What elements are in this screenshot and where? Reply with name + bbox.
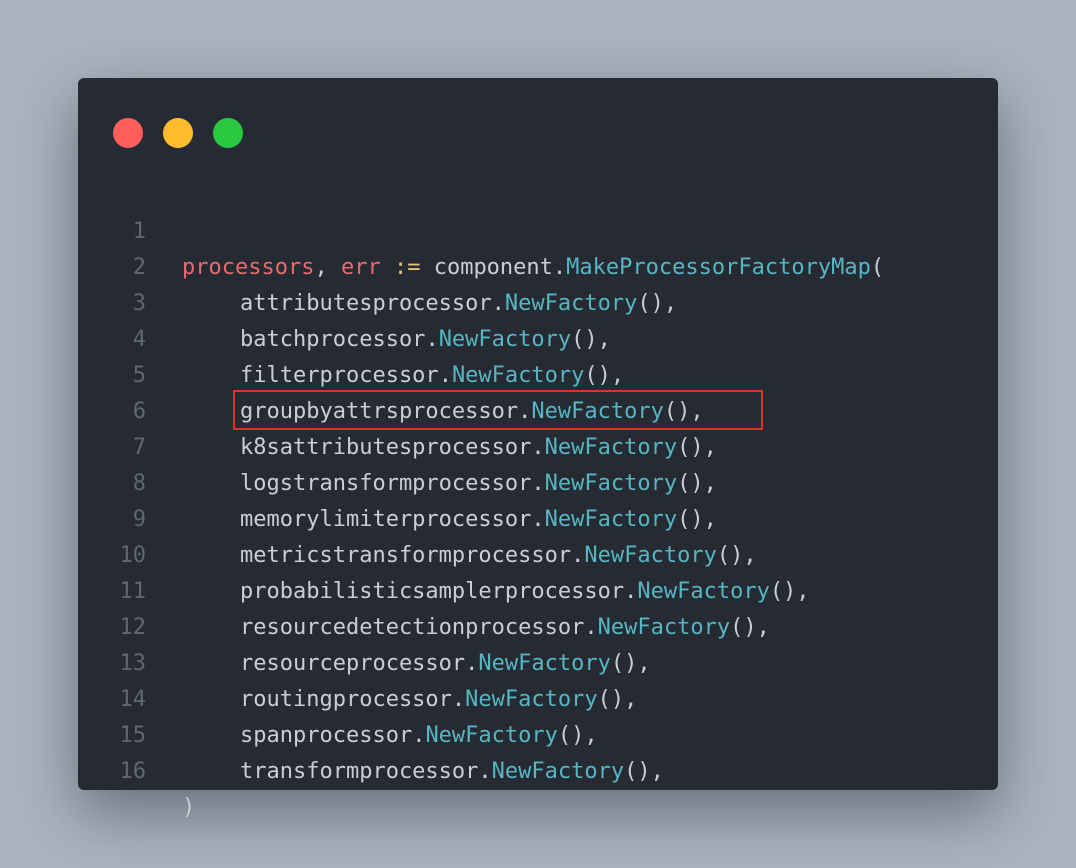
code-line: 6 k8sattributesprocessor.NewFactory(), — [78, 358, 998, 460]
code-line: 16 ) — [78, 718, 998, 820]
code-block: 1 processors, err := component.MakeProce… — [78, 178, 998, 820]
code-line: 5 groupbyattrsprocessor.NewFactory(), — [78, 322, 998, 424]
code-line: 11 resourcedetectionprocessor.NewFactory… — [78, 538, 998, 640]
code-line: 4 filterprocessor.NewFactory(), — [78, 286, 998, 388]
code-line: 1 processors, err := component.MakeProce… — [78, 178, 998, 280]
code-line: 14 spanprocessor.NewFactory(), — [78, 646, 998, 748]
code-line: 8 memorylimiterprocessor.NewFactory(), — [78, 430, 998, 532]
minimize-window-dot[interactable] — [163, 118, 193, 148]
code-line: 15 transformprocessor.NewFactory(), — [78, 682, 998, 784]
code-line: 2 attributesprocessor.NewFactory(), — [78, 214, 998, 316]
code-line: 12 resourceprocessor.NewFactory(), — [78, 574, 998, 676]
code-line: 13 routingprocessor.NewFactory(), — [78, 610, 998, 712]
code-line: 9 metricstransformprocessor.NewFactory()… — [78, 466, 998, 568]
package-name: transformprocessor — [240, 759, 479, 784]
closing-paren: ) — [182, 795, 196, 820]
line-number: 16 — [119, 759, 147, 784]
highlight-box — [233, 390, 763, 430]
close-window-dot[interactable] — [113, 118, 143, 148]
maximize-window-dot[interactable] — [213, 118, 243, 148]
code-line: 10 probabilisticsamplerprocessor.NewFact… — [78, 502, 998, 604]
function-name: NewFactory — [491, 759, 625, 784]
code-window: 1 processors, err := component.MakeProce… — [78, 78, 998, 820]
code-line: 3 batchprocessor.NewFactory(), — [78, 250, 998, 352]
